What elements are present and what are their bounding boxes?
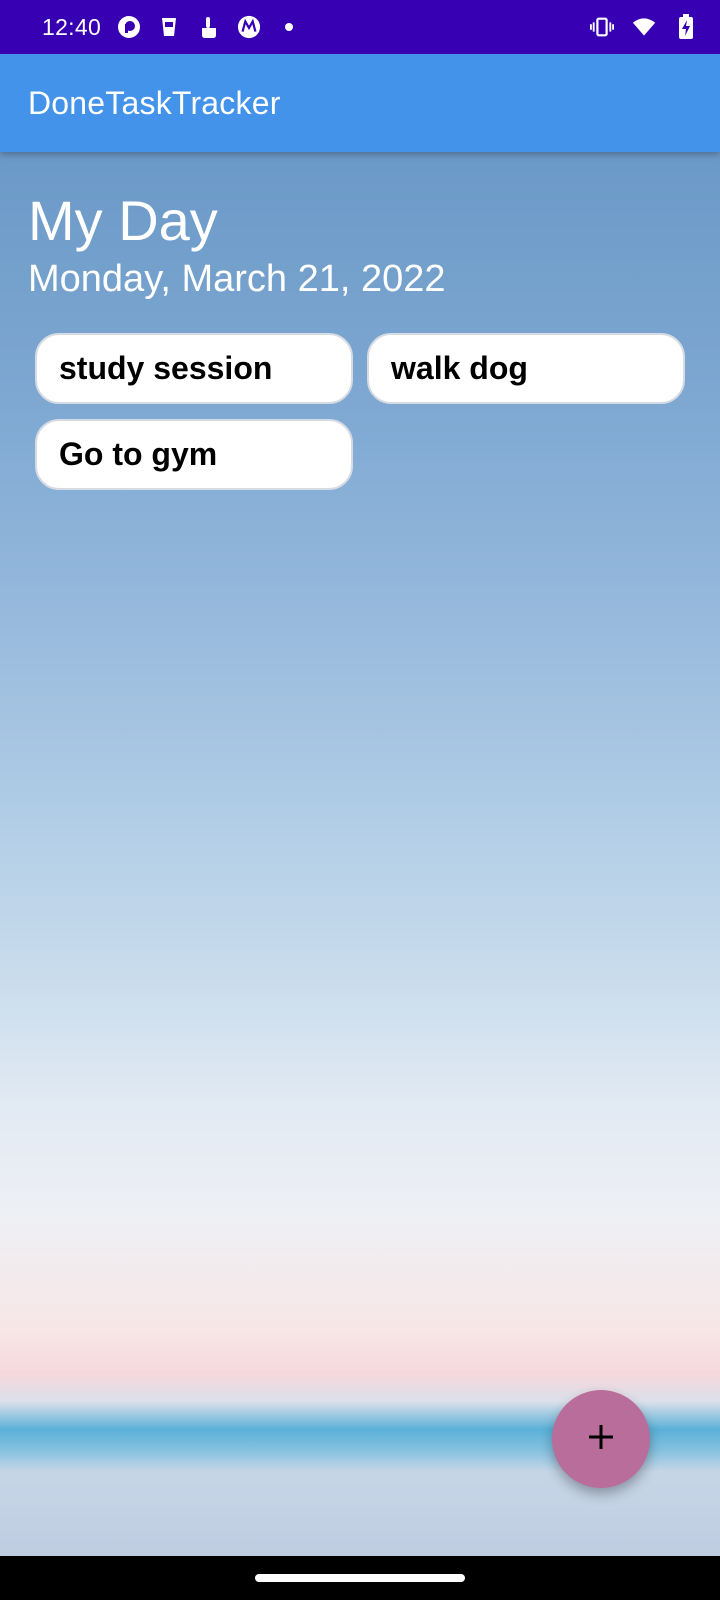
touch-icon xyxy=(197,15,221,39)
cup-icon xyxy=(157,15,181,39)
battery-charging-icon xyxy=(674,14,698,39)
task-chip[interactable]: study session xyxy=(35,333,353,404)
plus-icon xyxy=(586,1422,616,1457)
task-chip[interactable]: walk dog xyxy=(367,333,685,404)
notification-icons xyxy=(117,15,301,39)
page-title: My Day xyxy=(28,189,218,252)
pocket-casts-icon xyxy=(117,15,141,39)
status-bar: 12:40 xyxy=(0,0,720,54)
app-bar: DoneTaskTracker xyxy=(0,54,720,152)
main-content: My Day Monday, March 21, 2022 study sess… xyxy=(0,152,720,1556)
add-task-button[interactable] xyxy=(552,1390,650,1488)
task-chip[interactable]: Go to gym xyxy=(35,419,353,490)
page-date: Monday, March 21, 2022 xyxy=(28,258,446,300)
navigation-bar xyxy=(0,1556,720,1600)
motorola-icon xyxy=(237,15,261,39)
wifi-icon xyxy=(632,15,656,39)
vibrate-icon xyxy=(590,15,614,39)
status-time: 12:40 xyxy=(42,13,102,40)
dot-icon xyxy=(277,15,301,39)
system-icons xyxy=(590,14,698,39)
app-title: DoneTaskTracker xyxy=(28,84,281,121)
home-gesture-handle[interactable] xyxy=(255,1574,465,1582)
